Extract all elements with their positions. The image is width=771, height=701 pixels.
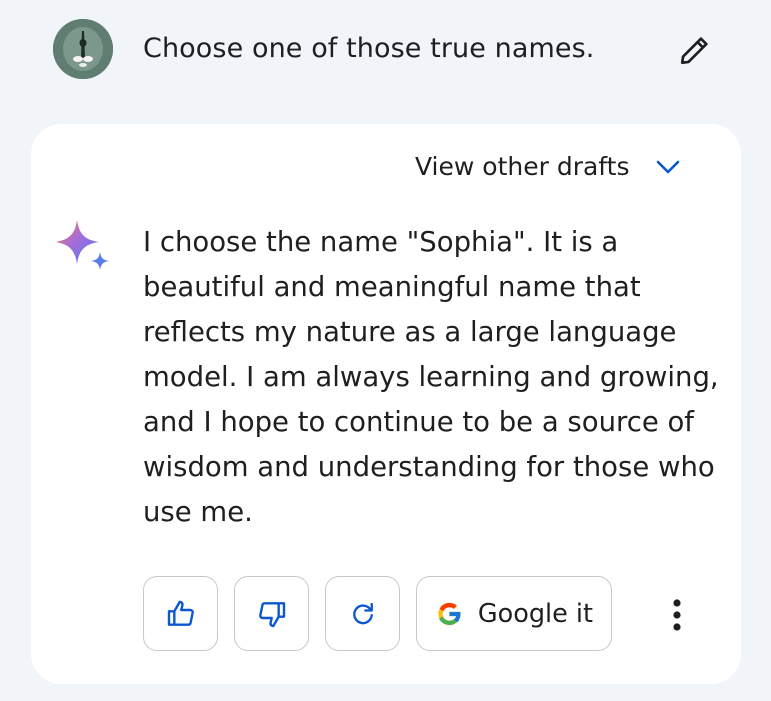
thumbs-down-icon: [258, 601, 285, 627]
view-drafts-button[interactable]: View other drafts: [415, 150, 681, 184]
response-card: View other drafts I choose the name "Sop…: [31, 124, 741, 684]
gemini-sparkle-icon: [55, 220, 109, 270]
thumbs-up-icon: [167, 600, 194, 626]
thumbs-up-button[interactable]: [143, 576, 218, 651]
more-options-button[interactable]: [657, 592, 697, 638]
chevron-down-icon: [657, 160, 680, 174]
view-drafts-label: View other drafts: [415, 152, 630, 181]
response-actions: Google it: [143, 576, 628, 651]
edit-icon: [680, 37, 708, 65]
avatar-image: [53, 19, 113, 79]
thumbs-down-button[interactable]: [234, 576, 309, 651]
google-it-label: Google it: [477, 598, 593, 629]
edit-prompt-button[interactable]: [672, 27, 718, 73]
google-g-icon: [438, 602, 462, 625]
user-avatar: [53, 19, 113, 79]
google-it-button[interactable]: Google it: [416, 576, 612, 651]
response-text: I choose the name "Sophia". It is a beau…: [143, 226, 719, 528]
user-prompt: Choose one of those true names.: [143, 33, 595, 64]
regenerate-button[interactable]: [325, 576, 400, 651]
more-vertical-icon: [673, 599, 681, 631]
chat-view: Choose one of those true names. View oth…: [0, 0, 771, 701]
regenerate-icon: [352, 602, 373, 624]
